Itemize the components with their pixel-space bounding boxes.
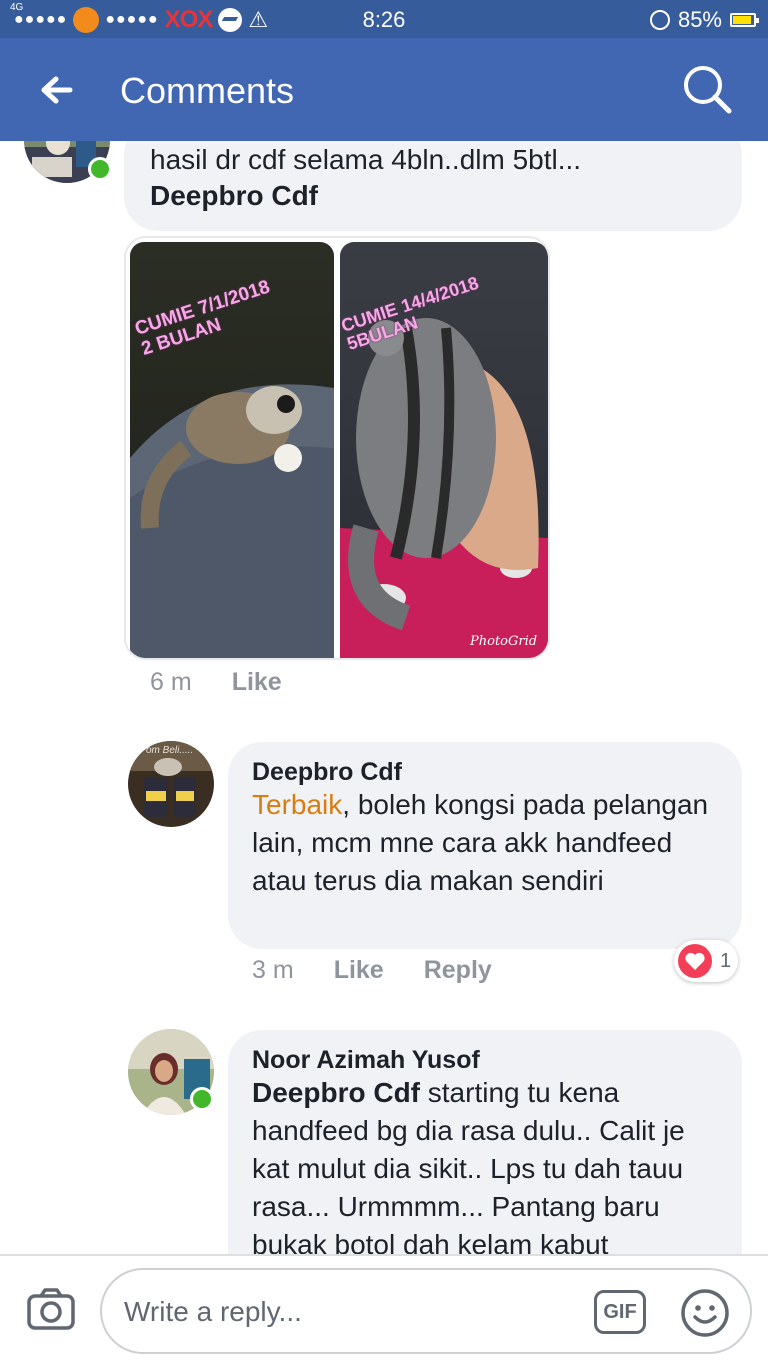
like-button[interactable]: Like <box>232 668 282 697</box>
comments-screen: 4G ●●●●● ●●●●● XOX ⚠ 8:26 85% Comments h… <box>0 0 768 1365</box>
smiley-icon <box>681 1289 729 1337</box>
reply-button[interactable]: Reply <box>424 956 492 985</box>
comment-body: Deepbro Cdf starting tu kena handfeed bg… <box>252 1074 728 1254</box>
emoji-button[interactable] <box>680 1288 730 1338</box>
camera-button[interactable] <box>26 1286 76 1332</box>
gif-button[interactable]: GIF <box>594 1290 646 1334</box>
camera-icon <box>27 1288 75 1330</box>
back-arrow-icon <box>41 76 73 104</box>
avatar[interactable]: om Beli..... <box>128 741 214 827</box>
comment-photo[interactable]: CUMIE 7/1/2018 2 BULAN CUMIE 14/4/2018 5… <box>124 236 550 660</box>
status-right: 85% <box>649 7 759 33</box>
search-button[interactable] <box>680 62 736 118</box>
heart-icon <box>685 952 705 970</box>
reply-input[interactable] <box>124 1290 564 1334</box>
comment-author[interactable]: Deepbro Cdf <box>252 758 402 787</box>
search-icon <box>684 66 732 114</box>
battery-icon <box>730 13 759 27</box>
online-status-dot <box>88 157 112 181</box>
comments-list[interactable]: hasil dr cdf selama 4bln..dlm 5btl... De… <box>0 141 768 1254</box>
mention-link[interactable]: Deepbro Cdf <box>150 177 318 215</box>
reply-input-box[interactable]: GIF <box>100 1268 752 1354</box>
like-button[interactable]: Like <box>334 956 384 985</box>
highlight-word: Terbaik <box>252 789 343 820</box>
avatar-caption: om Beli..... <box>146 745 194 756</box>
reaction-badge[interactable]: 1 <box>674 940 738 982</box>
back-button[interactable] <box>36 68 84 112</box>
mention-link[interactable]: Deepbro Cdf <box>252 1077 420 1108</box>
online-status-dot <box>190 1087 214 1111</box>
status-bar: 4G ●●●●● ●●●●● XOX ⚠ 8:26 85% <box>0 0 768 38</box>
photo-watermark: PhotoGrid <box>470 634 538 649</box>
comment-text: hasil dr cdf selama 4bln..dlm 5btl... <box>150 144 582 175</box>
comment-time: 3 m <box>252 956 294 984</box>
comment-bubble[interactable]: Deepbro Cdf Terbaik, boleh kongsi pada p… <box>228 742 742 949</box>
comment-bubble[interactable]: hasil dr cdf selama 4bln..dlm 5btl... De… <box>124 141 742 231</box>
comment-meta: 6 m Like <box>150 668 282 697</box>
comment-time: 6 m <box>150 668 192 696</box>
comment-author[interactable]: Noor Azimah Yusof <box>252 1046 480 1075</box>
battery-percent: 85% <box>677 7 722 32</box>
reply-bar: GIF <box>0 1254 768 1365</box>
comment-meta: 3 m Like Reply <box>252 956 492 985</box>
comment-bubble[interactable]: Noor Azimah Yusof Deepbro Cdf starting t… <box>228 1030 742 1254</box>
comment-body: Terbaik, boleh kongsi pada pelangan lain… <box>252 786 722 900</box>
reaction-count: 1 <box>720 949 732 972</box>
app-header: Comments <box>0 38 768 141</box>
page-title: Comments <box>120 70 295 111</box>
heart-reaction-icon <box>678 944 712 978</box>
alarm-icon <box>649 10 670 30</box>
